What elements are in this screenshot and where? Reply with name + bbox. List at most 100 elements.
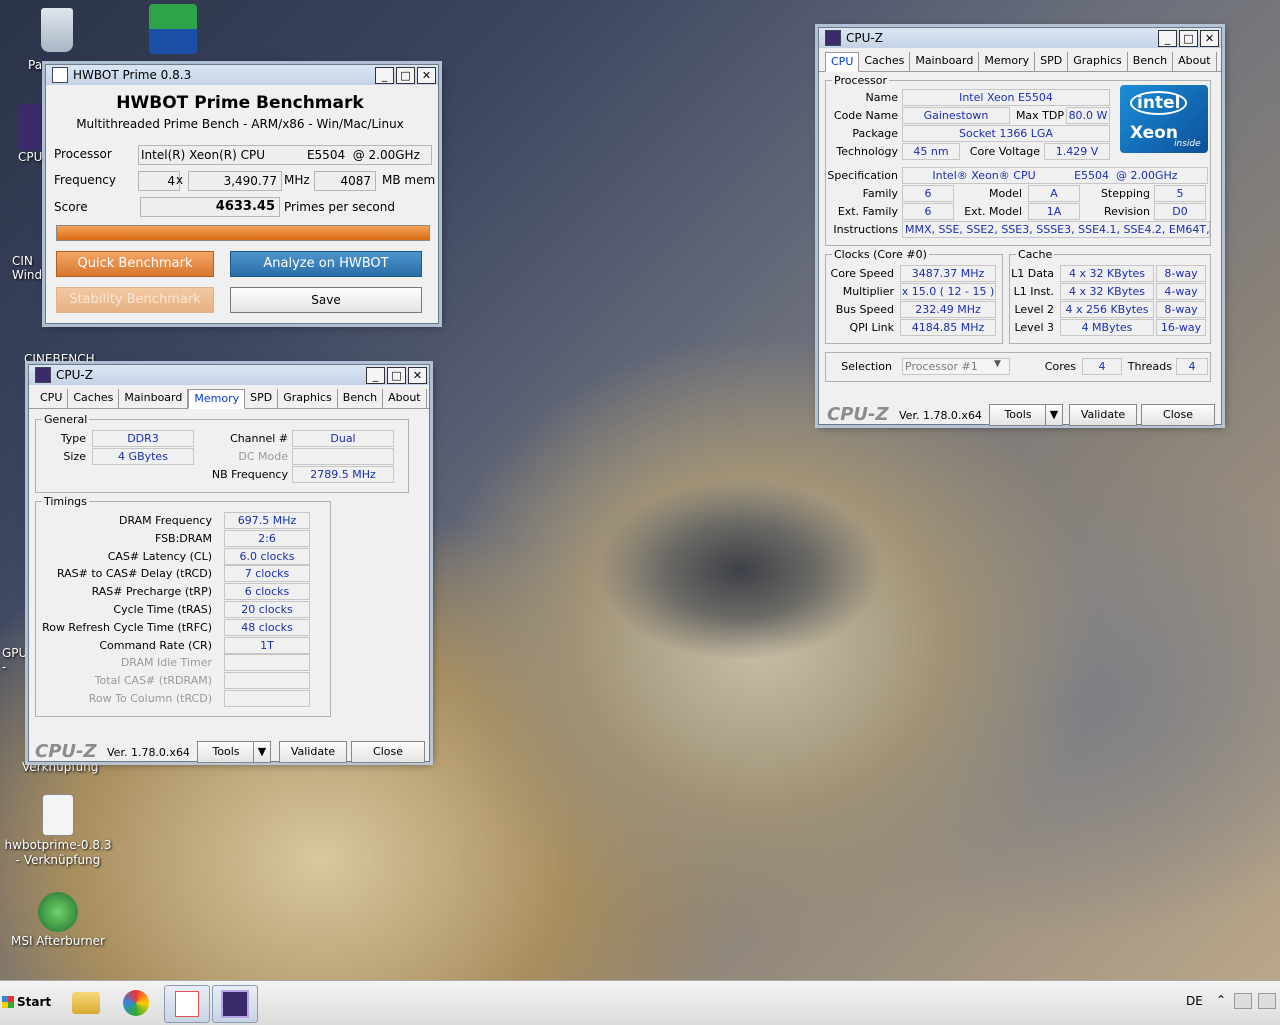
java-icon [52,67,68,83]
msi-afterburner-icon[interactable]: MSI Afterburner [8,892,108,948]
recycle-bin-icon[interactable]: Pa [12,8,102,72]
volume-icon[interactable] [1258,993,1276,1009]
times-label: x [176,173,184,187]
tab-caches[interactable]: Caches [859,52,911,71]
language-indicator[interactable]: DE [1186,994,1203,1008]
minimize-button[interactable]: _ [375,66,394,84]
cpuz-memory-window-title: CPU-Z [56,368,93,382]
start-label: Start [17,995,52,1009]
minimize-button[interactable]: _ [1158,29,1177,47]
taskbar: Start DE ⌃ [0,980,1280,1025]
minimize-button[interactable]: _ [366,366,385,384]
tab-graphics[interactable]: Graphics [1068,52,1128,71]
multiplier-field: x 15.0 ( 12 - 15 ) [900,283,996,300]
cache-associativity-field: 8-way [1156,265,1206,282]
tools-button[interactable]: Tools [197,741,255,763]
timing-label: FSB:DRAM [154,531,212,545]
close-window-button[interactable]: Close [1141,404,1215,426]
timing-value: 48 clocks [224,618,310,636]
tab-cpu[interactable]: CPU [825,52,860,72]
model-label: Model [988,187,1022,200]
cache-level-label: L1 Data [1011,267,1054,280]
gpu-shortcut-label[interactable]: GPU - [2,646,27,674]
maximize-button[interactable]: □ [387,366,406,384]
tab-about[interactable]: About [383,389,427,408]
timing-value [224,654,310,672]
memory-field: 4087 [314,171,376,191]
tab-memory[interactable]: Memory [979,52,1036,71]
tab-caches[interactable]: Caches [68,389,120,408]
verknuepfung-label[interactable]: Verknüpfung [22,760,98,774]
close-window-button[interactable]: Close [351,741,425,763]
start-button[interactable]: Start [2,989,52,1015]
revision-field: D0 [1154,203,1206,220]
tools-dropdown-arrow[interactable]: ▼ [1045,404,1063,426]
paint-icon[interactable] [114,985,158,1021]
tab-about[interactable]: About [1173,52,1217,71]
cpuz-cpu-content: Processor Name Intel Xeon E5504 Code Nam… [819,72,1221,426]
cpuz-memory-titlebar[interactable]: CPU-Z _ □ ✕ [29,365,429,385]
package-field: Socket 1366 LGA [902,125,1110,142]
close-button[interactable]: ✕ [408,366,427,384]
timing-label: RAS# to CAS# Delay (tRCD) [56,567,212,581]
cpuz-cpu-titlebar[interactable]: CPU-Z _ □ ✕ [819,28,1221,48]
tab-spd[interactable]: SPD [1035,52,1069,71]
processor-title: Processor [832,74,889,87]
network-icon[interactable] [1234,993,1252,1009]
ext-model-field: 1A [1028,203,1080,220]
size-label: Size [63,450,86,463]
cores-field: 4 [1082,358,1122,375]
chevron-down-icon[interactable]: ▼ [994,359,1001,369]
instructions-label: Instructions [833,223,898,236]
timing-value [224,672,310,690]
tab-memory[interactable]: Memory [188,389,246,409]
analyze-on-hwbot-button[interactable]: Analyze on HWBOT [230,251,422,277]
quick-benchmark-button[interactable]: Quick Benchmark [56,251,214,277]
cache-title: Cache [1016,248,1055,261]
frequency-field: 3,490.77 [188,171,282,191]
tab-bench[interactable]: Bench [338,389,384,408]
close-button[interactable]: ✕ [1200,29,1219,47]
hwbot-titlebar[interactable]: HWBOT Prime 0.8.3 _ □ ✕ [46,65,438,85]
cpuz-logo: CPU-Z [35,741,97,762]
package-label: Package [852,127,898,140]
validate-button[interactable]: Validate [279,741,347,763]
stepping-label: Stepping [1100,187,1150,200]
timing-label: CAS# Latency (CL) [107,549,212,563]
model-field: A [1028,185,1080,202]
close-button[interactable]: ✕ [417,66,436,84]
benchmark-progress-bar [56,225,430,241]
tab-spd[interactable]: SPD [245,389,279,408]
show-hidden-icons-icon[interactable]: ⌃ [1216,993,1226,1007]
tab-graphics[interactable]: Graphics [278,389,338,408]
cpuz-memory-content: General Type DDR3 Size 4 GBytes Channel … [29,409,429,763]
save-button[interactable]: Save [230,287,422,313]
cpuz-cpu-window: CPU-Z _ □ ✕ CPU Caches Mainboard Memory … [818,27,1222,426]
maximize-button[interactable]: □ [396,66,415,84]
tab-mainboard[interactable]: Mainboard [119,389,189,408]
version-label: Ver. 1.78.0.x64 [107,746,190,759]
maximize-button[interactable]: □ [1179,29,1198,47]
tab-bench[interactable]: Bench [1128,52,1174,71]
hwbotprime-shortcut-icon[interactable]: hwbotprime-0.8.3 - Verknüpfung [2,794,114,868]
hwbot-content: HWBOT Prime Benchmark Multithreaded Prim… [46,85,438,321]
stability-benchmark-button[interactable]: Stability Benchmark [56,287,214,313]
core-speed-field: 3487.37 MHz [900,265,996,282]
tools-dropdown-arrow[interactable]: ▼ [253,741,271,763]
qpi-link-field: 4184.85 MHz [900,319,996,336]
tab-cpu[interactable]: CPU [35,389,69,408]
java-icon[interactable] [164,985,210,1023]
qpi-link-label: QPI Link [849,321,894,334]
explorer-icon[interactable] [64,985,108,1021]
selection-panel: Selection Processor #1 ▼ Cores 4 Threads… [825,352,1211,382]
tab-mainboard[interactable]: Mainboard [910,52,980,71]
max-tdp-label: Max TDP [1015,109,1064,122]
validate-button[interactable]: Validate [1069,404,1137,426]
multiplier-label: Multiplier [842,285,894,298]
threads-field: 4 [1176,358,1208,375]
tools-button[interactable]: Tools [989,404,1047,426]
max-tdp-field: 80.0 W [1066,107,1110,124]
cpuz-icon[interactable] [212,985,258,1023]
frequency-label: Frequency [54,173,116,187]
superpi-icon[interactable] [128,4,218,56]
